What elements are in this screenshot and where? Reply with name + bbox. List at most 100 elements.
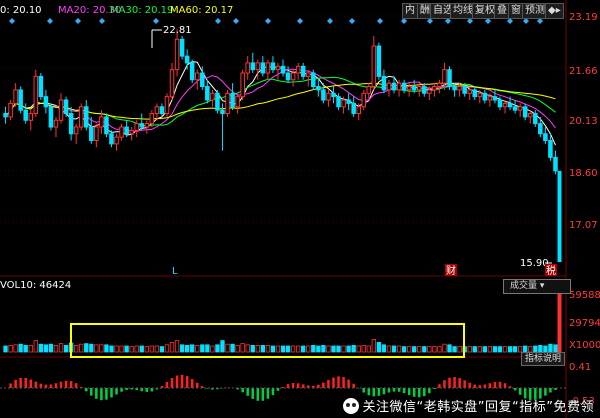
- candle-body: [265, 62, 271, 74]
- volume-bar: [366, 345, 371, 353]
- candle-body: [336, 96, 341, 108]
- candle-body: [114, 136, 119, 145]
- event-marker-sui[interactable]: 税: [546, 264, 556, 277]
- volume-bar: [401, 346, 407, 353]
- macd-bar: [428, 388, 431, 394]
- candle-body: [391, 82, 397, 91]
- event-diamond: [327, 18, 333, 24]
- volume-bar: [149, 345, 155, 353]
- candle-body: [366, 86, 372, 94]
- candle-body: [316, 86, 321, 91]
- ma60-legend: MA60: 20.17: [170, 5, 233, 16]
- candle-body: [432, 86, 437, 91]
- candle-body: [538, 123, 543, 135]
- volume-bar: [301, 345, 306, 353]
- indicator-help-button[interactable]: 指标说明: [521, 352, 566, 366]
- macd-bar: [407, 388, 411, 396]
- volume-bar: [457, 346, 462, 353]
- macd-bar: [180, 374, 184, 388]
- volume-bar: [38, 343, 44, 353]
- macd-bar: [301, 384, 305, 388]
- volume-bar: [129, 346, 134, 353]
- candle-body: [331, 92, 336, 98]
- candle-body: [482, 92, 488, 101]
- candle-body: [260, 62, 266, 74]
- candle-body: [134, 123, 139, 131]
- macd-bar: [513, 388, 517, 391]
- wechat-icon: [342, 398, 359, 414]
- candle-body: [225, 92, 230, 115]
- macd-bar: [95, 388, 98, 399]
- candle-body: [68, 113, 74, 135]
- macd-bar: [291, 382, 295, 388]
- volume-bar: [18, 343, 23, 353]
- candle-body: [300, 65, 306, 77]
- volume-bar: [99, 344, 104, 353]
- candle-body: [533, 113, 538, 125]
- candle-body: [28, 113, 34, 121]
- volume-bar: [502, 346, 508, 353]
- macd-bar: [286, 384, 290, 388]
- macd-bar: [549, 388, 552, 393]
- volume-bar: [33, 340, 38, 353]
- macd-bar: [402, 388, 406, 394]
- volume-bar: [8, 344, 13, 353]
- volume-bar: [245, 344, 250, 353]
- volume-bar: [255, 344, 260, 353]
- candle-body: [381, 75, 387, 91]
- volume-bar: [512, 346, 518, 353]
- chevron-down-icon: ▾: [539, 281, 545, 291]
- macd-bar: [518, 388, 522, 395]
- volume-bar: [184, 344, 190, 353]
- event-diamond: [349, 18, 355, 24]
- candle-body: [472, 89, 478, 98]
- volume-bar: [432, 346, 437, 353]
- candle-body: [326, 92, 331, 101]
- volume-bar: [3, 345, 8, 353]
- toolbar-arrows-icon[interactable]: ◆▸: [545, 3, 564, 19]
- candle-body: [507, 102, 513, 108]
- candle-body: [73, 126, 79, 135]
- candle-body: [205, 86, 210, 101]
- event-marker-l[interactable]: L: [172, 266, 178, 277]
- event-diamond: [9, 18, 15, 24]
- candle-body: [184, 55, 190, 64]
- volume-bar: [467, 346, 472, 353]
- macd-tick: 0.41: [569, 362, 591, 373]
- candle-body: [497, 99, 503, 108]
- volume-bar: [265, 344, 271, 353]
- price-tick: 17.07: [569, 220, 598, 231]
- macd-bar: [397, 388, 401, 392]
- candle-body: [18, 89, 23, 111]
- kline-chart[interactable]: 23.19 21.66 20.13 18.60 17.07 59588 2979…: [0, 0, 600, 418]
- candle-body: [346, 99, 351, 104]
- macd-bar: [24, 378, 27, 388]
- volume-bar: [200, 344, 205, 353]
- volume-bar: [341, 345, 346, 353]
- volume-tick: 29794: [569, 318, 600, 329]
- macd-bar: [90, 388, 93, 396]
- macd-bar: [145, 388, 149, 392]
- ma10-legend: 0: 20.10: [0, 5, 42, 16]
- candle-body: [416, 86, 422, 91]
- volume-bar: [225, 343, 230, 353]
- price-tick: 21.66: [569, 66, 598, 77]
- volume-indicator-select[interactable]: 成交量 ▾: [503, 279, 571, 294]
- event-marker-cai[interactable]: 财: [446, 264, 456, 277]
- candle-body: [371, 45, 377, 88]
- candle-body: [220, 109, 225, 115]
- macd-bar: [438, 384, 441, 388]
- macd-bar: [352, 383, 355, 388]
- macd-bar: [29, 379, 33, 388]
- candle-body: [492, 96, 498, 101]
- candle-body: [43, 96, 49, 108]
- volume-bar: [376, 341, 382, 353]
- macd-bar: [463, 380, 466, 388]
- macd-bar: [165, 381, 169, 388]
- macd-bar: [120, 388, 123, 392]
- volume-bar: [104, 344, 109, 353]
- macd-bar: [327, 379, 330, 388]
- candle-body: [179, 38, 185, 57]
- toolbar-item-nei[interactable]: 内: [402, 3, 418, 19]
- macd-bar: [54, 383, 58, 388]
